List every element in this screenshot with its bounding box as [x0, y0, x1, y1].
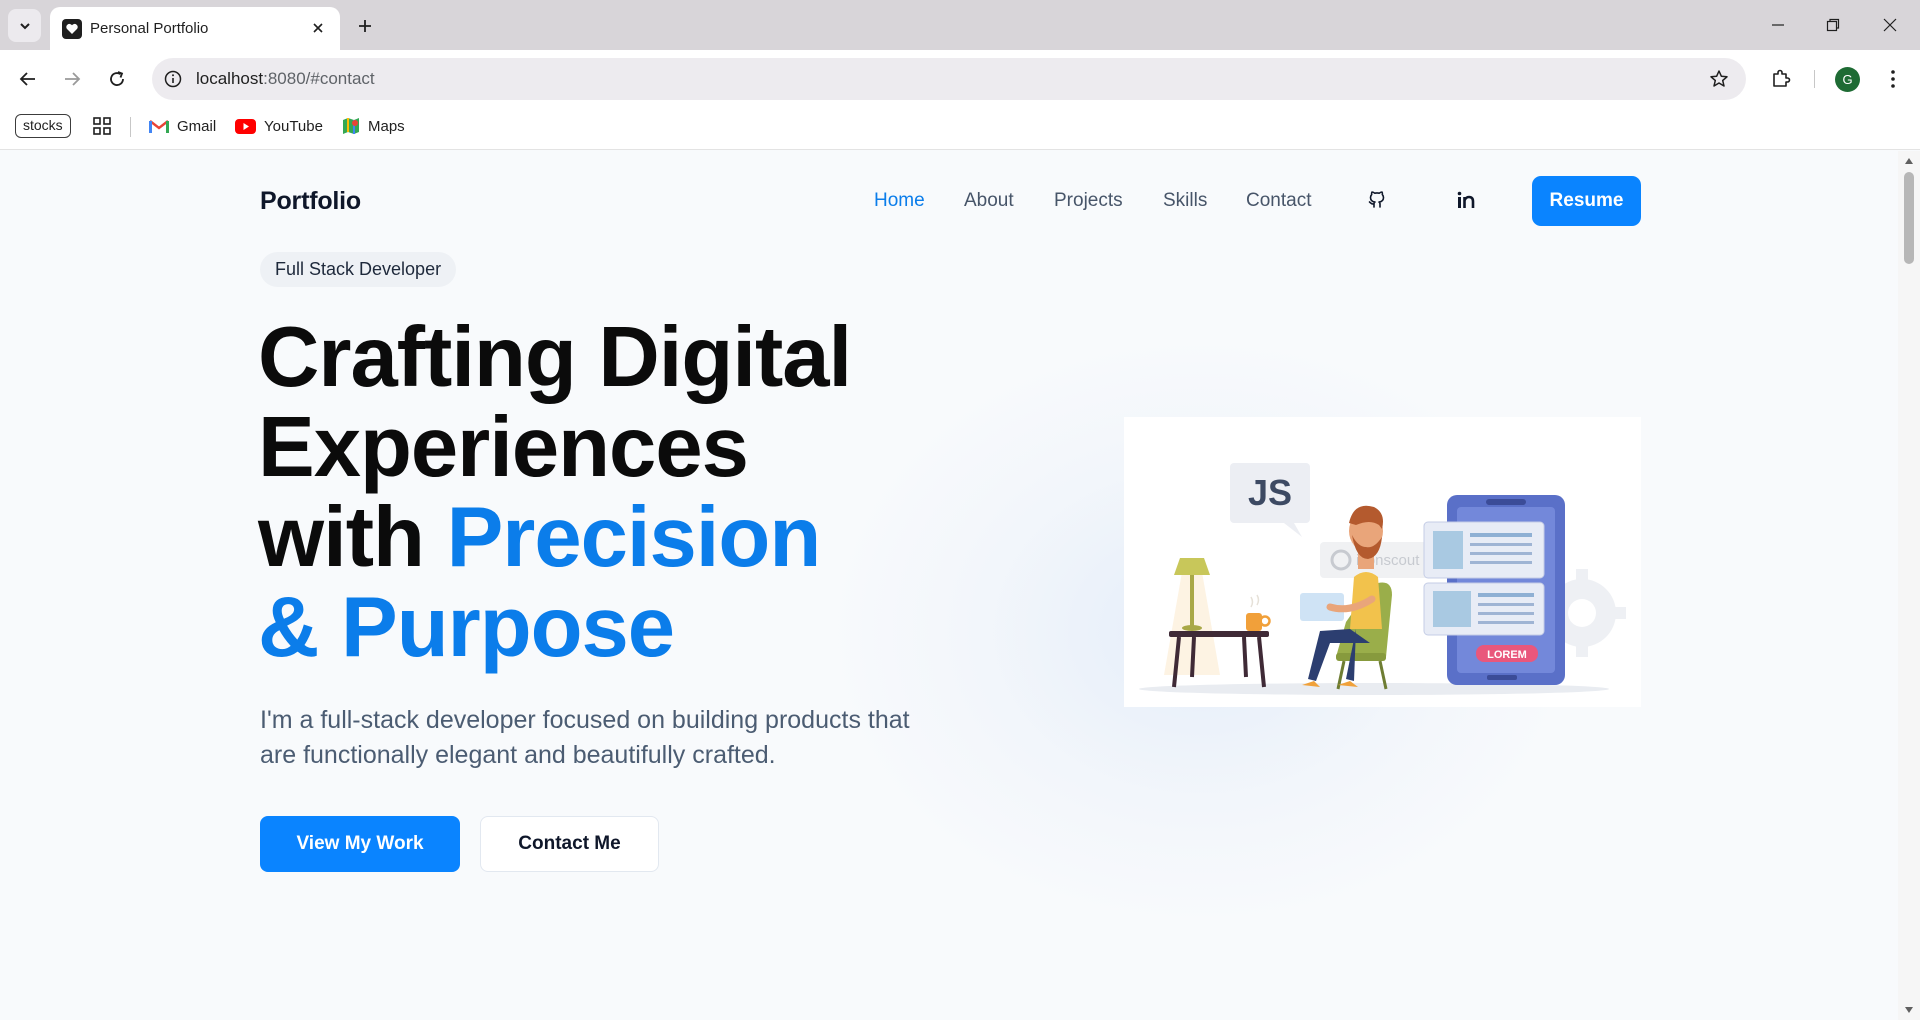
bookmark-youtube-label: YouTube [264, 117, 323, 135]
url-text: localhost:8080/#contact [196, 69, 375, 89]
minimize-icon [1772, 24, 1784, 26]
profile-avatar[interactable]: G [1835, 67, 1860, 92]
puzzle-icon [1773, 69, 1791, 87]
hero-title: Crafting Digital Experiences with Precis… [258, 313, 978, 673]
bookmarks-bar: stocks Gmail YouTube Maps [0, 108, 1920, 150]
bookmark-youtube[interactable]: YouTube [235, 115, 323, 137]
page-viewport: Portfolio Home About Projects Skills Con… [0, 151, 1898, 1020]
resume-button[interactable]: Resume [1532, 176, 1641, 226]
url-host: localhost [196, 69, 264, 88]
hero-title-line2: Experiences [258, 400, 749, 495]
maps-icon [343, 118, 359, 134]
bookmark-gmail[interactable]: Gmail [149, 115, 216, 137]
restore-icon [1826, 18, 1840, 32]
nav-projects[interactable]: Projects [1054, 190, 1123, 212]
browser-tab[interactable]: Personal Portfolio [50, 7, 340, 50]
nav-home[interactable]: Home [874, 190, 925, 212]
tab-search-button[interactable] [8, 9, 41, 42]
page-scrollbar[interactable] [1898, 151, 1920, 1020]
github-icon[interactable] [1365, 188, 1389, 212]
phone-illustration: LOREM [1423, 495, 1565, 685]
phone-lorem-text: LOREM [1487, 649, 1527, 661]
apps-grid-icon[interactable] [92, 116, 112, 136]
bookmark-gmail-label: Gmail [177, 117, 217, 135]
arrow-left-icon [19, 72, 35, 86]
restore-button[interactable] [1815, 10, 1851, 40]
minimize-button[interactable] [1760, 10, 1796, 40]
hero-title-accent-purpose: & Purpose [258, 580, 675, 675]
browser-toolbar: localhost:8080/#contact G [0, 50, 1920, 108]
hero-subtitle: I'm a full-stack developer focused on bu… [260, 706, 910, 769]
more-vertical-icon [1891, 70, 1895, 88]
bookmarks-divider [130, 117, 131, 137]
bookmark-maps-label: Maps [368, 117, 405, 135]
linkedin-icon[interactable] [1455, 188, 1479, 212]
toolbar-divider [1814, 70, 1815, 88]
heart-icon [62, 19, 82, 39]
plus-icon [359, 20, 371, 32]
hero-illustration: JS iconscout LOREM [1124, 417, 1641, 707]
bookmark-stocks[interactable]: stocks [15, 114, 71, 138]
role-badge: Full Stack Developer [260, 252, 457, 287]
arrow-right-icon [65, 72, 81, 86]
site-brand[interactable]: Portfolio [260, 187, 361, 216]
address-bar[interactable]: localhost:8080/#contact [152, 58, 1746, 100]
reload-button[interactable] [102, 64, 132, 94]
bookmark-star-icon[interactable] [1708, 68, 1730, 90]
youtube-icon [235, 118, 256, 134]
new-tab-button[interactable] [351, 12, 379, 40]
bookmark-maps[interactable]: Maps [342, 115, 405, 137]
js-speech-bubble: JS [1230, 463, 1310, 537]
scroll-down-arrow-icon[interactable] [1904, 1005, 1914, 1015]
scrollbar-thumb[interactable] [1904, 172, 1914, 264]
close-icon[interactable] [308, 18, 328, 38]
hero-title-accent-precision: Precision [446, 490, 822, 585]
gmail-icon [149, 119, 169, 133]
back-button[interactable] [13, 64, 43, 94]
nav-contact[interactable]: Contact [1246, 190, 1311, 212]
site-info-icon[interactable] [163, 69, 183, 89]
view-my-work-button[interactable]: View My Work [260, 816, 460, 872]
nav-about[interactable]: About [964, 190, 1014, 212]
reload-icon [110, 71, 124, 86]
scroll-up-arrow-icon[interactable] [1904, 156, 1914, 166]
extensions-button[interactable] [1766, 63, 1796, 93]
contact-me-button[interactable]: Contact Me [480, 816, 659, 872]
forward-button[interactable] [57, 64, 87, 94]
url-path: :8080/#contact [263, 69, 375, 88]
close-window-button[interactable] [1872, 10, 1908, 40]
tab-title: Personal Portfolio [90, 20, 209, 37]
js-bubble-text: JS [1248, 472, 1292, 513]
browser-menu-button[interactable] [1878, 64, 1908, 94]
chevron-down-icon [19, 22, 30, 29]
browser-tab-bar: Personal Portfolio [0, 0, 1920, 50]
nav-skills[interactable]: Skills [1163, 190, 1207, 212]
hero-title-line3: with [258, 490, 447, 585]
close-icon [1883, 18, 1897, 32]
hero-title-line1: Crafting Digital [258, 310, 852, 405]
